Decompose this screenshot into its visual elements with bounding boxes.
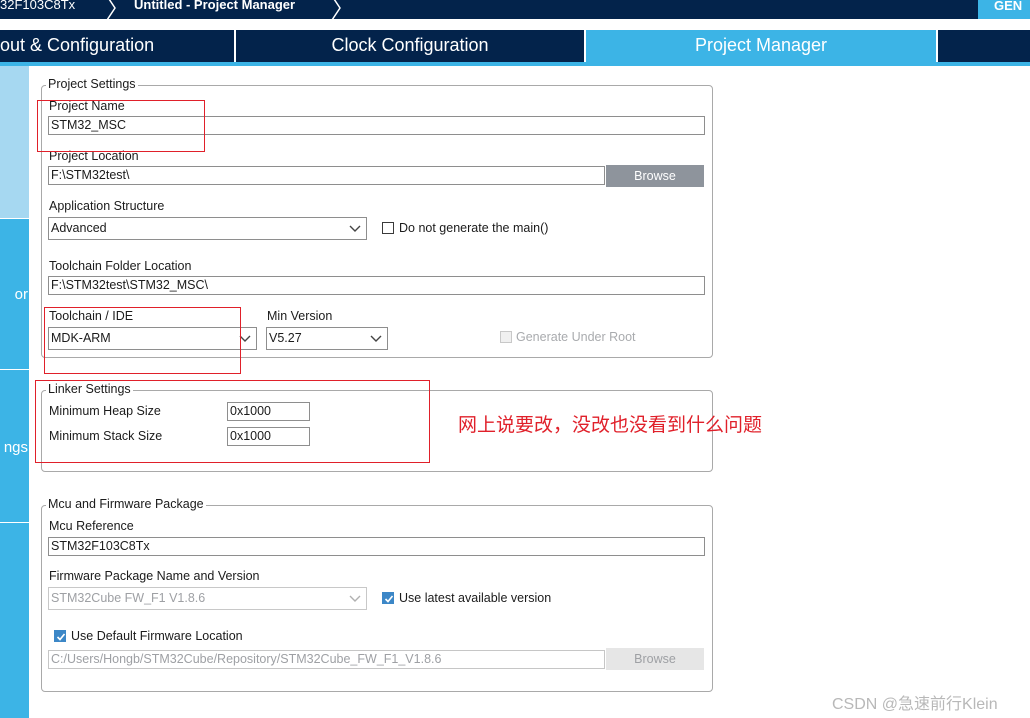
main-tabs: out & Configuration Clock Configuration … (0, 30, 1030, 62)
application-structure-label: Application Structure (49, 199, 165, 213)
generate-code-button[interactable]: GEN (978, 0, 1030, 19)
do-not-generate-main-label: Do not generate the main() (399, 221, 549, 235)
use-default-location-label: Use Default Firmware Location (71, 629, 243, 643)
annotation-box-linker (35, 380, 430, 463)
chevron-down-icon (349, 595, 361, 602)
breadcrumb-project[interactable]: Untitled - Project Manager (134, 0, 295, 12)
toolchain-folder-label: Toolchain Folder Location (49, 259, 192, 273)
browse-firmware-button[interactable]: Browse (606, 648, 704, 670)
chevron-down-icon (349, 225, 361, 232)
sidebar-item-code-generator[interactable]: or (15, 286, 28, 303)
mcu-firmware-title: Mcu and Firmware Package (46, 497, 206, 511)
chevron-right-icon (331, 0, 341, 20)
firmware-location-field[interactable]: C:/Users/Hongb/STM32Cube/Repository/STM3… (48, 650, 605, 669)
generate-under-root-label: Generate Under Root (516, 330, 636, 344)
annotation-box-project-name (37, 100, 205, 152)
application-structure-value: Advanced (51, 221, 107, 235)
mcu-reference-field[interactable]: STM32F103C8Tx (48, 537, 705, 556)
project-location-field[interactable]: F:\STM32test\ (48, 166, 605, 185)
annotation-note: 网上说要改，没改也没看到什么问题 (458, 415, 763, 436)
generate-under-root-checkbox[interactable] (500, 331, 512, 343)
firmware-package-label: Firmware Package Name and Version (49, 569, 260, 583)
application-structure-select[interactable]: Advanced (48, 217, 367, 240)
firmware-package-value: STM32Cube FW_F1 V1.8.6 (51, 591, 206, 605)
mcu-reference-label: Mcu Reference (49, 519, 134, 533)
tab-project-manager[interactable]: Project Manager (586, 30, 936, 62)
firmware-package-select[interactable]: STM32Cube FW_F1 V1.8.6 (48, 587, 367, 610)
sidebar: or ngs (0, 66, 29, 718)
tab-clock-configuration[interactable]: Clock Configuration (236, 30, 584, 62)
breadcrumb: 32F103C8Tx Untitled - Project Manager GE… (0, 0, 1030, 20)
browse-location-button[interactable]: Browse (606, 165, 704, 187)
toolchain-folder-field[interactable]: F:\STM32test\STM32_MSC\ (48, 276, 705, 295)
min-version-label: Min Version (267, 309, 333, 323)
use-latest-version-label: Use latest available version (399, 591, 552, 605)
min-version-value: V5.27 (269, 331, 302, 345)
sidebar-item-advanced-settings[interactable]: ngs (4, 439, 28, 456)
min-version-select[interactable]: V5.27 (266, 327, 388, 350)
annotation-box-toolchain (44, 307, 241, 374)
tab-pinout-configuration[interactable]: out & Configuration (0, 30, 234, 62)
chevron-down-icon (370, 335, 382, 342)
checkmark-icon (56, 633, 66, 641)
sidebar-item-project[interactable] (0, 66, 29, 218)
use-default-location-checkbox[interactable] (54, 630, 66, 642)
breadcrumb-mcu[interactable]: 32F103C8Tx (0, 0, 75, 12)
project-settings-title: Project Settings (46, 77, 138, 91)
chevron-right-icon (106, 0, 116, 20)
checkmark-icon (384, 595, 394, 603)
do-not-generate-main-checkbox[interactable] (382, 222, 394, 234)
use-latest-version-checkbox[interactable] (382, 592, 394, 604)
watermark: CSDN @急速前行Klein (832, 696, 998, 713)
